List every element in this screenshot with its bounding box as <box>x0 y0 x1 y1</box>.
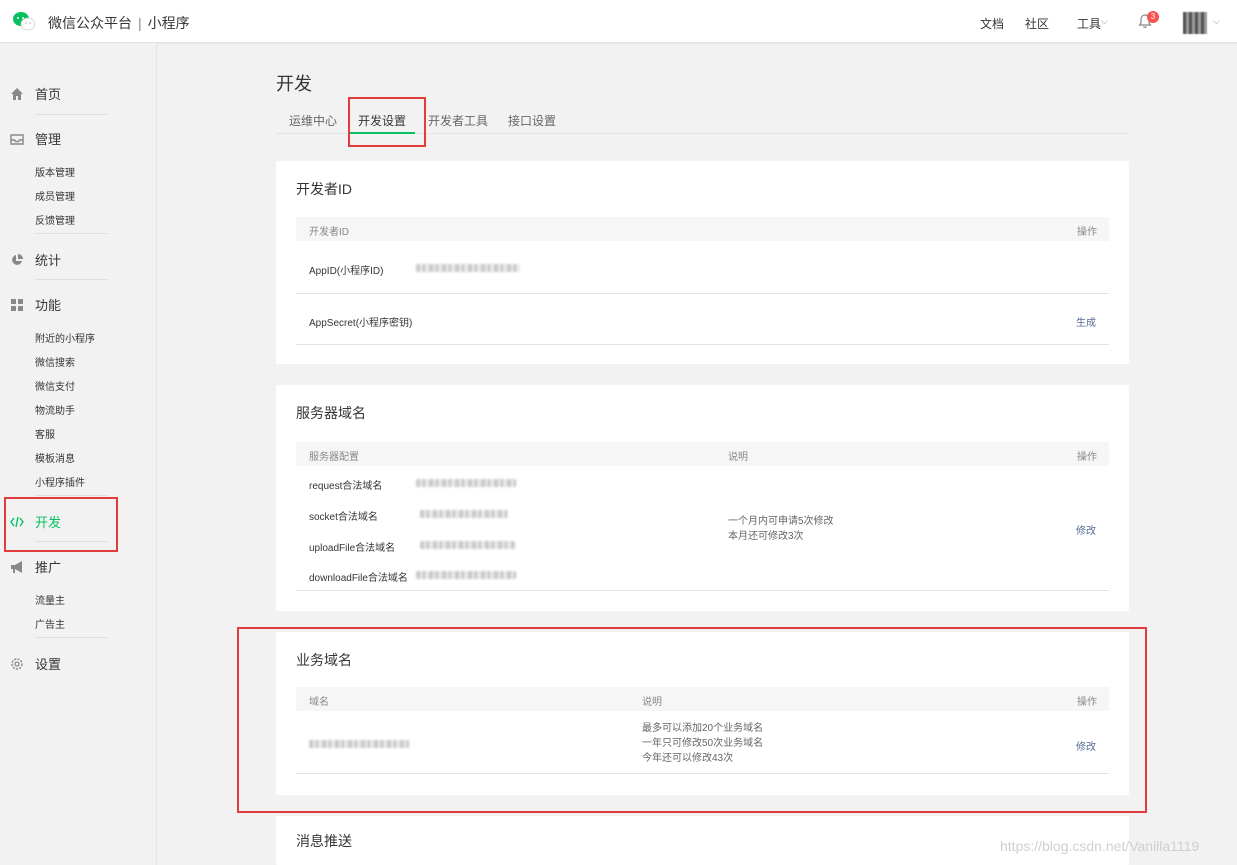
socket-domain-value-redacted <box>420 510 508 518</box>
divider <box>35 233 108 234</box>
community-link[interactable]: 社区 <box>1025 15 1049 32</box>
sidebar-item-manage[interactable]: 管理 <box>10 129 61 148</box>
highlight-box-tab <box>348 97 426 147</box>
tools-menu[interactable]: 工具 <box>1077 15 1101 32</box>
sidebar-item-home[interactable]: 首页 <box>10 84 61 103</box>
appid-label: AppID(小程序ID) <box>309 266 384 277</box>
server-domain-note: 一个月内可申请5次修改 本月还可修改3次 <box>728 514 834 544</box>
upload-domain-value-redacted <box>420 541 515 549</box>
inbox-icon <box>10 133 24 145</box>
sidebar-item-template-message[interactable]: 模板消息 <box>35 450 75 465</box>
upload-domain-label: uploadFile合法域名 <box>309 543 396 554</box>
grid-icon <box>11 298 23 311</box>
tools-chevron-down-icon[interactable]: ⌵ <box>1101 16 1109 26</box>
sidebar-label-features: 功能 <box>35 298 62 313</box>
column-header: 操作 <box>1077 452 1097 463</box>
sidebar-item-member-manage[interactable]: 成员管理 <box>35 188 75 203</box>
divider <box>35 279 108 280</box>
brand-separator: | <box>138 15 142 31</box>
sidebar-item-traffic-owner[interactable]: 流量主 <box>35 592 65 607</box>
column-header: 操作 <box>1077 227 1097 238</box>
sidebar-label-home: 首页 <box>35 87 62 102</box>
divider <box>35 114 108 115</box>
wechat-logo-icon[interactable] <box>12 11 36 31</box>
sidebar-label-stats: 统计 <box>35 253 62 268</box>
docs-link[interactable]: 文档 <box>980 15 1004 32</box>
tab-dev-tools[interactable]: 开发者工具 <box>428 112 488 129</box>
column-header: 服务器配置 <box>309 452 359 463</box>
notification-badge: 3 <box>1147 11 1159 23</box>
sidebar-item-plugins[interactable]: 小程序插件 <box>35 474 85 489</box>
sidebar-label-manage: 管理 <box>35 132 62 147</box>
table-header: 开发者ID 操作 <box>296 217 1109 241</box>
table-header: 服务器配置 说明 操作 <box>296 442 1109 466</box>
sidebar-item-stats[interactable]: 统计 <box>10 250 61 269</box>
divider <box>35 637 108 638</box>
sidebar-item-version-manage[interactable]: 版本管理 <box>35 164 75 179</box>
tab-ops-center[interactable]: 运维中心 <box>289 112 337 129</box>
sidebar-label-settings: 设置 <box>35 657 62 672</box>
brand-title[interactable]: 微信公众平台 | 小程序 <box>48 13 190 33</box>
sidebar-label-promote: 推广 <box>35 560 62 575</box>
request-domain-label: request合法域名 <box>309 481 383 492</box>
sidebar: 首页 管理 版本管理 成员管理 反馈管理 统计 功能 附近的小程序 微信搜索 微… <box>0 43 157 865</box>
card-title: 消息推送 <box>296 833 352 849</box>
developer-id-card: 开发者ID 开发者ID 操作 AppID(小程序ID) AppSecret(小程… <box>276 161 1129 364</box>
sidebar-item-feedback-manage[interactable]: 反馈管理 <box>35 212 75 227</box>
pie-chart-icon <box>12 253 23 265</box>
column-header: 说明 <box>728 452 748 463</box>
card-title: 服务器域名 <box>296 405 366 421</box>
highlight-box-business-domain <box>237 627 1147 813</box>
download-domain-value-redacted <box>416 571 516 579</box>
divider <box>296 344 1109 345</box>
divider <box>296 590 1109 591</box>
download-domain-label: downloadFile合法域名 <box>309 573 408 584</box>
appid-value-redacted <box>416 264 520 272</box>
top-bar: 微信公众平台 | 小程序 文档 社区 工具 ⌵ 3 ⌵ <box>0 0 1237 43</box>
socket-domain-label: socket合法域名 <box>309 512 378 523</box>
tab-api-settings[interactable]: 接口设置 <box>508 112 556 129</box>
note-line: 本月还可修改3次 <box>728 531 804 542</box>
avatar[interactable] <box>1183 12 1207 34</box>
generate-secret-link[interactable]: 生成 <box>1076 314 1096 329</box>
page-title: 开发 <box>276 74 312 94</box>
appsecret-label: AppSecret(小程序密钥) <box>309 318 413 329</box>
watermark: https://blog.csdn.net/Vanilla1119 <box>1000 838 1200 854</box>
megaphone-icon <box>11 560 22 573</box>
request-domain-value-redacted <box>416 479 516 487</box>
account-chevron-down-icon[interactable]: ⌵ <box>1213 16 1221 26</box>
sidebar-item-promote[interactable]: 推广 <box>10 557 61 576</box>
sidebar-item-wechat-search[interactable]: 微信搜索 <box>35 354 75 369</box>
modify-server-domain-link[interactable]: 修改 <box>1076 522 1096 537</box>
sidebar-item-logistics[interactable]: 物流助手 <box>35 402 75 417</box>
divider <box>35 495 108 496</box>
sidebar-item-nearby-miniprogram[interactable]: 附近的小程序 <box>35 330 95 345</box>
column-header: 开发者ID <box>309 227 349 238</box>
brand-product: 小程序 <box>147 15 190 31</box>
brand-name: 微信公众平台 <box>48 15 132 31</box>
sidebar-item-settings[interactable]: 设置 <box>10 654 61 673</box>
home-icon <box>11 87 23 100</box>
server-domain-card: 服务器域名 服务器配置 说明 操作 request合法域名 socket合法域名… <box>276 385 1129 611</box>
card-title: 开发者ID <box>296 181 352 197</box>
gear-icon <box>11 657 23 670</box>
highlight-box-sidebar <box>4 497 118 552</box>
divider <box>296 293 1109 294</box>
sidebar-item-features[interactable]: 功能 <box>10 295 61 314</box>
note-line: 一个月内可申请5次修改 <box>728 516 834 527</box>
sidebar-item-customer-service[interactable]: 客服 <box>35 426 55 441</box>
sidebar-item-wechat-pay[interactable]: 微信支付 <box>35 378 75 393</box>
sidebar-item-advertiser[interactable]: 广告主 <box>35 616 65 631</box>
